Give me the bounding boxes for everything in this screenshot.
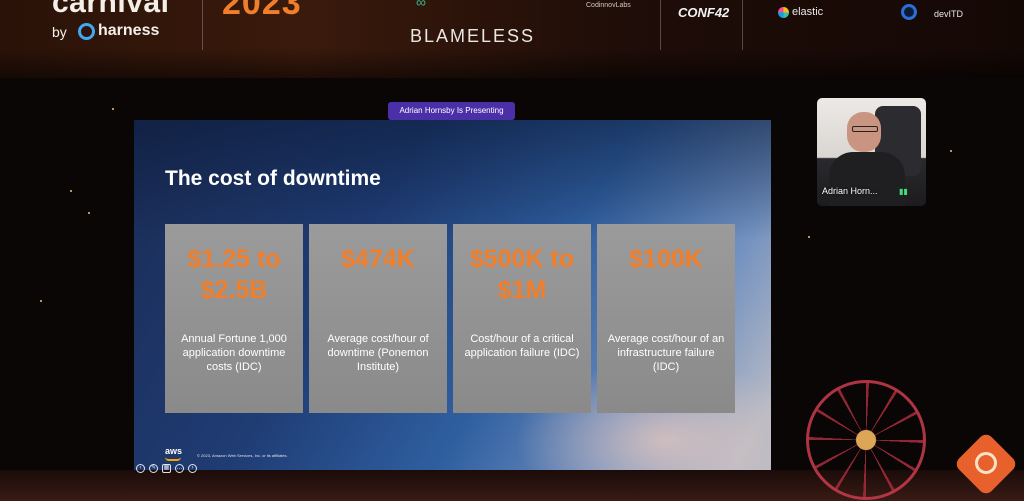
mic-active-icon: ▮▮	[899, 187, 908, 196]
stat-description: Cost/hour of a critical application fail…	[464, 333, 580, 359]
stat-description: Average cost/hour of downtime (Ponemon I…	[327, 333, 429, 373]
harness-label: harness	[98, 22, 160, 39]
stat-value: $500K to $1M	[469, 245, 575, 304]
slide-title: The cost of downtime	[165, 167, 381, 190]
stat-card: $1.25 to $2.5B Annual Fortune 1,000 appl…	[165, 224, 303, 413]
stat-value: $100K	[629, 245, 703, 273]
sponsor-conf42: CONF42	[678, 5, 730, 20]
star-decoration	[88, 212, 90, 214]
sponsor-small: CodinnovLabs	[586, 2, 631, 9]
stat-card: $474K Average cost/hour of downtime (Pon…	[309, 224, 447, 413]
speaker-glasses	[852, 126, 878, 132]
grid-icon[interactable]: ▦	[162, 464, 171, 473]
speaker-name: Adrian Horn...	[822, 186, 878, 196]
stat-card: $500K to $1M Cost/hour of a critical app…	[453, 224, 591, 413]
star-decoration	[70, 190, 72, 192]
stat-value: $1.25 to $2.5B	[187, 245, 281, 304]
stat-description: Annual Fortune 1,000 application downtim…	[181, 333, 287, 373]
banner-divider	[742, 0, 743, 50]
star-decoration	[112, 108, 114, 110]
harness-logo: harness	[78, 22, 159, 40]
speaker-body	[829, 152, 905, 206]
banner-divider	[660, 0, 661, 50]
star-decoration	[40, 300, 42, 302]
star-decoration	[808, 236, 810, 238]
sponsor-blameless: BLAMELESS	[410, 26, 536, 46]
speaker-video-tile[interactable]: Adrian Horn... ▮▮	[817, 98, 926, 206]
sponsor-elastic: elastic	[778, 6, 823, 18]
slide-copyright: © 2023, Amazon Web Services, Inc. or its…	[197, 453, 288, 458]
aws-logo: aws	[165, 446, 182, 461]
sponsor-round-icon	[901, 4, 917, 20]
stat-card: $100K Average cost/hour of an infrastruc…	[597, 224, 735, 413]
brand-title: carnival	[52, 0, 170, 19]
sponsor-devitd: devITD	[934, 9, 964, 19]
more-icon[interactable]: …	[175, 464, 184, 473]
brand-year: 2023	[222, 0, 302, 22]
banner-divider	[202, 0, 203, 50]
harness-icon	[78, 22, 95, 40]
ferris-wheel-decoration	[806, 380, 926, 500]
shared-slide: The cost of downtime $1.25 to $2.5B Annu…	[134, 120, 771, 476]
stat-description: Average cost/hour of an infrastructure f…	[607, 333, 725, 373]
speaker-head	[847, 112, 881, 152]
slide-controls: ‹ ✎ ▦ … ›	[136, 464, 197, 473]
prev-icon[interactable]: ‹	[136, 464, 145, 473]
conference-banner: carnival by harness 2023 ∞ BLAMELESS Cod…	[0, 0, 1024, 78]
stat-value: $474K	[341, 245, 415, 273]
next-icon[interactable]: ›	[188, 464, 197, 473]
elastic-label: elastic	[792, 6, 824, 18]
star-decoration	[950, 150, 952, 152]
brand-by: by	[52, 24, 67, 40]
elastic-icon	[778, 6, 789, 18]
corner-logo-ring	[975, 452, 997, 474]
sponsor-mark-icon: ∞	[416, 0, 426, 10]
pen-icon[interactable]: ✎	[149, 464, 158, 473]
presenting-badge: Adrian Hornsby Is Presenting	[388, 102, 515, 120]
